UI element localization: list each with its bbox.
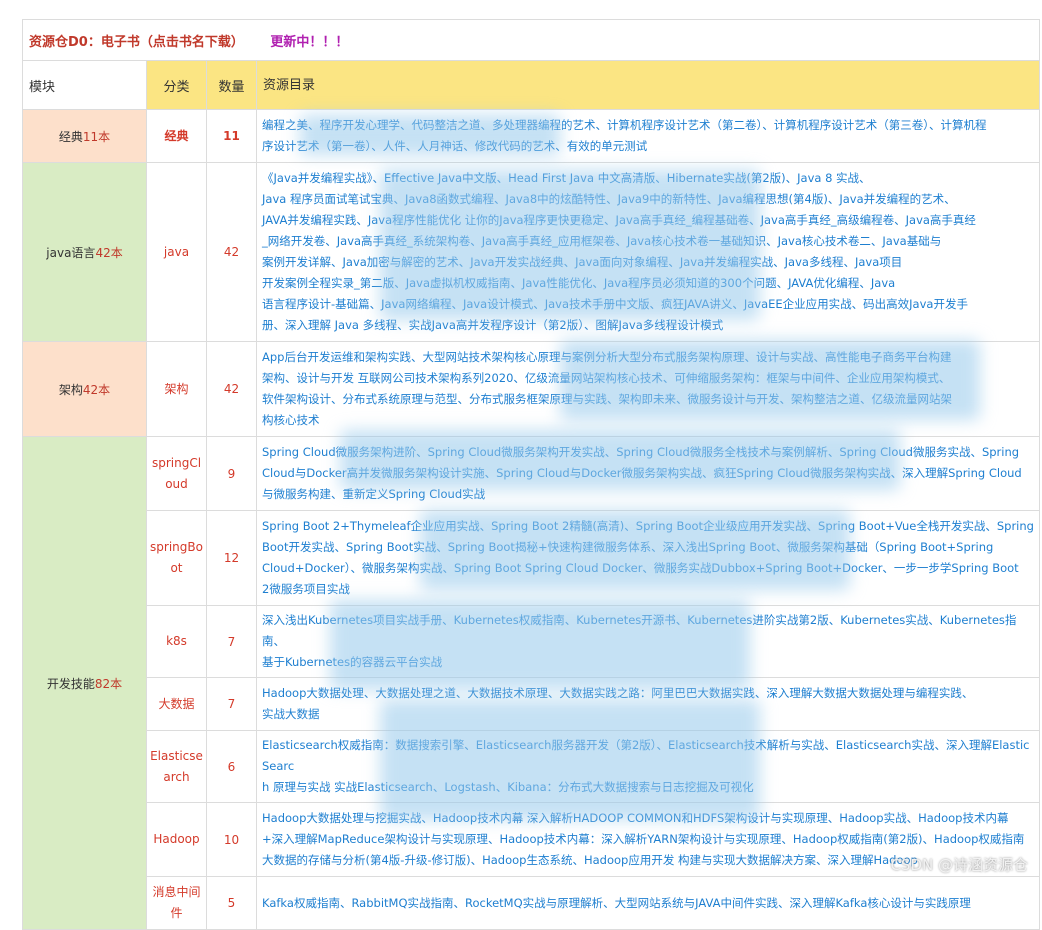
module-cell-dev-skills: 开发技能82本: [22, 436, 147, 930]
count-cell: 10: [206, 802, 257, 877]
blur-overlay: [420, 510, 850, 590]
updating-label: 更新中！！！: [270, 34, 349, 50]
count-cell: 7: [206, 677, 257, 731]
blur-overlay: [300, 115, 560, 155]
category-link[interactable]: 大数据: [146, 677, 207, 731]
category-link[interactable]: k8s: [146, 605, 207, 678]
header-count: 数量: [206, 60, 257, 110]
blur-overlay: [560, 340, 980, 420]
category-link[interactable]: java: [146, 162, 207, 342]
header-category: 分类: [146, 60, 207, 110]
module-cell-classic: 经典11本: [22, 109, 147, 163]
category-link[interactable]: 架构: [146, 341, 207, 437]
table-title-row: 资源仓D0：电子书（点击书名下载） 更新中！！！: [21, 19, 1041, 61]
resource-line[interactable]: Kafka权威指南、RabbitMQ实战指南、RocketMQ实战与原理解析、大…: [262, 893, 1035, 914]
header-module: 模块: [22, 60, 147, 110]
module-count: 42本: [82, 382, 111, 397]
module-name: 经典: [58, 129, 83, 144]
header-row: 模块 分类 数量 资源目录: [22, 60, 1041, 110]
count-cell: 42: [206, 341, 257, 437]
blur-overlay: [380, 700, 760, 820]
count-cell: 42: [206, 162, 257, 342]
category-link[interactable]: springCloud: [146, 436, 207, 511]
count-cell: 7: [206, 605, 257, 678]
watermark: CSDN @诗涵资源仓: [890, 856, 1028, 874]
table-title: 资源仓D0：电子书（点击书名下载） 更新中！！！: [21, 19, 1041, 61]
category-link[interactable]: springBoot: [146, 510, 207, 606]
resource-list[interactable]: Kafka权威指南、RabbitMQ实战指南、RocketMQ实战与原理解析、大…: [255, 876, 1041, 930]
table-row: 消息中间件 5 Kafka权威指南、RabbitMQ实战指南、RocketMQ实…: [23, 876, 1041, 930]
category-link[interactable]: 经典: [146, 109, 207, 163]
blur-overlay: [340, 430, 900, 490]
title-text: 资源仓D0：电子书（点击书名下载）: [29, 34, 244, 50]
resource-line[interactable]: +深入理解MapReduce架构设计与实现原理、Hadoop技术内幕：深入解析Y…: [262, 829, 1035, 850]
count-cell: 12: [206, 510, 257, 606]
header-resources: 资源目录: [255, 60, 1041, 110]
category-link[interactable]: Elasticsearch: [146, 730, 207, 803]
module-cell-architecture: 架构42本: [22, 341, 147, 437]
module-name: 开发技能: [46, 676, 95, 691]
count-cell: 6: [206, 730, 257, 803]
count-cell: 5: [206, 876, 257, 930]
module-count: 42本: [95, 245, 123, 260]
count-cell: 11: [206, 109, 257, 163]
blur-overlay: [380, 170, 760, 320]
module-count: 82本: [94, 676, 123, 691]
module-count: 11本: [82, 129, 111, 144]
module-name: java语言: [46, 245, 96, 260]
category-link[interactable]: Hadoop: [146, 802, 207, 877]
module-name: 架构: [58, 382, 83, 397]
module-cell-java: java语言42本: [22, 162, 147, 342]
category-link[interactable]: 消息中间件: [146, 876, 207, 930]
blur-overlay: [330, 600, 750, 690]
count-cell: 9: [206, 436, 257, 511]
